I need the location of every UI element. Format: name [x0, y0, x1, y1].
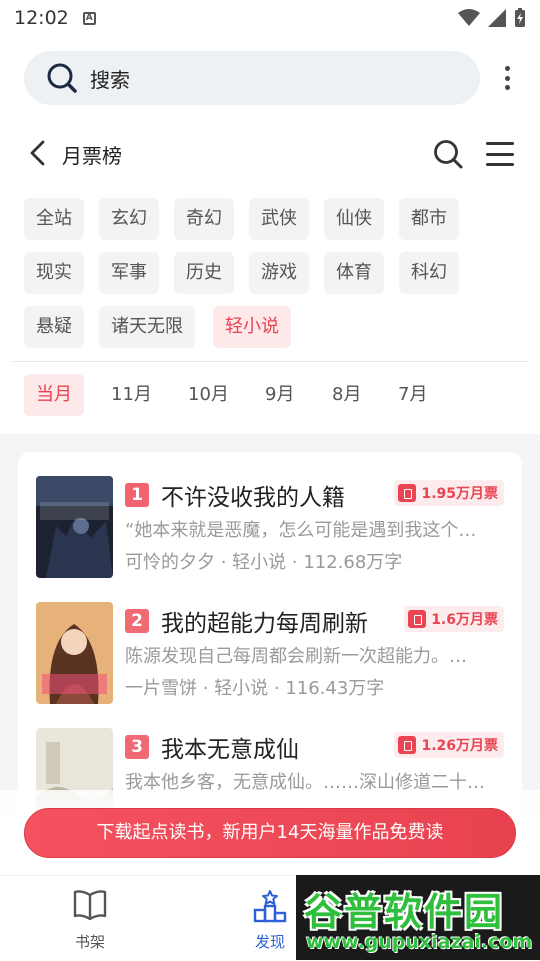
search-icon [47, 63, 77, 93]
category-tag[interactable]: 历史 [174, 252, 234, 294]
search-label: 搜索 [90, 67, 130, 92]
ticket-icon [408, 610, 427, 628]
vote-badge: 1.6万月票 [404, 606, 504, 632]
watermark-url: www.gupuxiazai.com [306, 931, 533, 953]
back-icon[interactable] [26, 140, 50, 166]
status-icons [458, 8, 526, 28]
vote-count: 1.26万月票 [421, 738, 498, 754]
category-tag[interactable]: 军事 [99, 252, 159, 294]
category-tag-active[interactable]: 轻小说 [213, 306, 291, 348]
page-title: 月票榜 [62, 144, 122, 168]
category-tag[interactable]: 奇幻 [174, 198, 234, 240]
vote-badge: 1.26万月票 [394, 732, 504, 758]
book-description: 陈源发现自己每周都会刷新一次超能力。… [125, 646, 467, 667]
rank-badge: 2 [125, 609, 149, 633]
category-tag[interactable]: 玄幻 [99, 198, 159, 240]
month-tab-active[interactable]: 当月 [24, 374, 84, 416]
book-cover [36, 476, 113, 578]
download-app-button[interactable]: 下载起点读书，新用户14天海量作品免费读 [24, 808, 516, 858]
divider [12, 361, 528, 362]
list-item[interactable]: 1 不许没收我的人籍 1.95万月票 “她本来就是恶魔，怎么可能是遇到我这个… … [18, 476, 522, 586]
tab-bookshelf[interactable]: 书架 [30, 876, 150, 961]
more-options-button[interactable] [496, 62, 518, 94]
book-description: “她本来就是恶魔，怎么可能是遇到我这个… [125, 520, 477, 541]
month-tab[interactable]: 9月 [253, 374, 306, 416]
status-time: 12:02 [14, 7, 69, 29]
watermark-logo: 谷普软件园 www.gupuxiazai.com [296, 875, 540, 960]
book-open-icon [73, 890, 107, 921]
category-tag[interactable]: 科幻 [399, 252, 459, 294]
ticket-icon [398, 484, 417, 502]
category-tag[interactable]: 诸天无限 [99, 306, 195, 348]
vote-badge: 1.95万月票 [394, 480, 504, 506]
book-cover [36, 602, 113, 704]
month-tab[interactable]: 8月 [320, 374, 373, 416]
category-tag[interactable]: 武侠 [249, 198, 309, 240]
notification-icon: A [82, 11, 96, 25]
menu-icon[interactable] [486, 142, 514, 166]
month-tab[interactable]: 7月 [386, 374, 439, 416]
signal-icon [488, 9, 506, 27]
book-title: 我的超能力每周刷新 [161, 611, 368, 637]
ticket-icon [398, 736, 417, 754]
category-tag[interactable]: 现实 [24, 252, 84, 294]
month-tab[interactable]: 10月 [176, 374, 241, 416]
month-tab[interactable]: 11月 [99, 374, 164, 416]
search-bar[interactable]: 搜索 [24, 51, 480, 105]
status-bar: 12:02 A [0, 0, 540, 36]
category-tag[interactable]: 都市 [399, 198, 459, 240]
wifi-icon [458, 9, 480, 26]
vote-count: 1.6万月票 [431, 612, 498, 628]
rank-badge: 3 [125, 735, 149, 759]
title-bar: 月票榜 [0, 128, 540, 178]
watermark-text: 谷普软件园 [304, 890, 505, 934]
search-icon[interactable] [432, 138, 464, 170]
rank-badge: 1 [125, 483, 149, 507]
battery-icon [515, 8, 525, 27]
category-tag[interactable]: 仙侠 [324, 198, 384, 240]
book-meta: 可怜的夕夕 · 轻小说 · 112.68万字 [125, 552, 403, 573]
tab-label: 书架 [74, 933, 105, 951]
category-tag[interactable]: 游戏 [249, 252, 309, 294]
book-meta: 一片雪饼 · 轻小说 · 116.43万字 [125, 678, 385, 699]
book-title: 不许没收我的人籍 [161, 485, 345, 511]
book-title: 我本无意成仙 [161, 737, 299, 763]
vote-count: 1.95万月票 [421, 486, 498, 502]
discover-icon [253, 890, 287, 923]
category-tag[interactable]: 全站 [24, 198, 84, 240]
category-tag[interactable]: 悬疑 [24, 306, 84, 348]
list-item[interactable]: 2 我的超能力每周刷新 1.6万月票 陈源发现自己每周都会刷新一次超能力。… 一… [18, 602, 522, 712]
category-tag[interactable]: 体育 [324, 252, 384, 294]
